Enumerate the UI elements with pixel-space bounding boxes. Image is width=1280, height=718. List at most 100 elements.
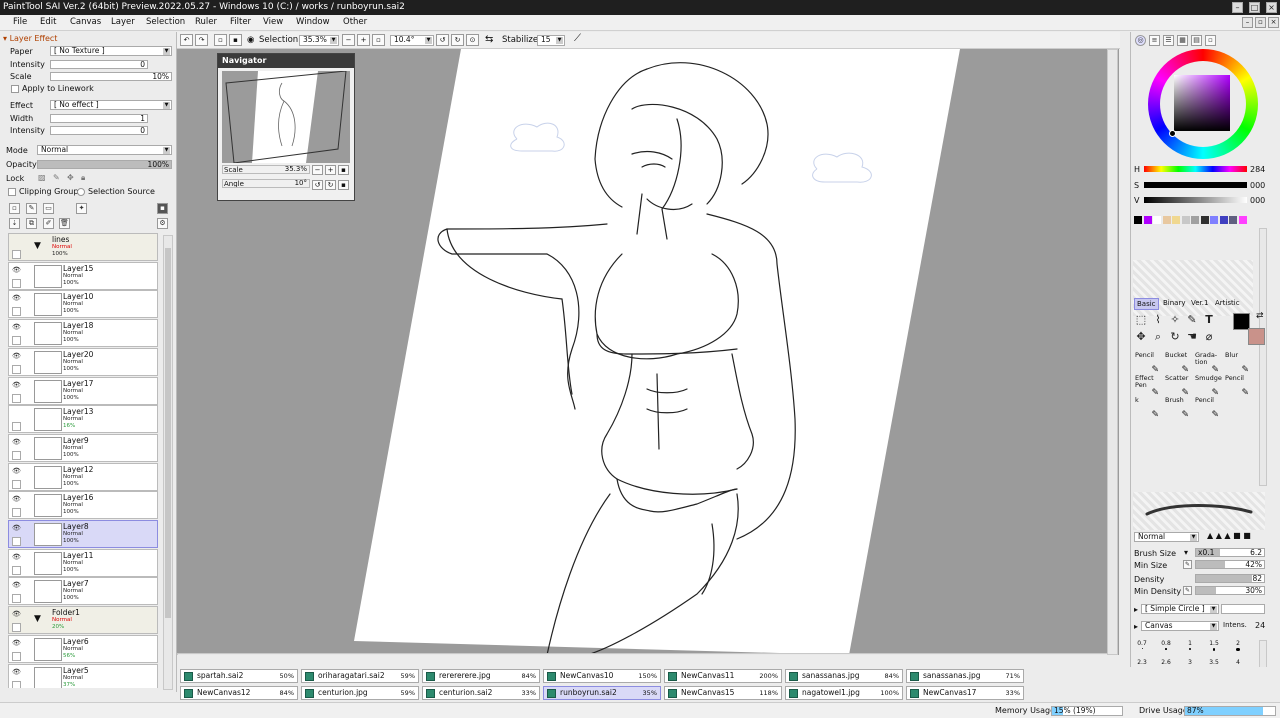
intensity-slider[interactable]: 0 — [50, 60, 148, 69]
layer-select-checkbox[interactable] — [12, 364, 21, 374]
canvas-hscrollbar[interactable] — [177, 653, 1108, 655]
document-tab[interactable]: rerererere.jpg 84% — [422, 669, 540, 683]
brush-slot[interactable]: Pencil ✎ — [1225, 374, 1251, 397]
flip-icon[interactable]: ⇆ — [485, 34, 493, 45]
dot-size-cell[interactable]: 0.8 — [1157, 640, 1175, 650]
expand-texture-icon[interactable]: ▸ — [1134, 622, 1138, 631]
brush-size-slider[interactable]: x0.1 6.2 — [1195, 548, 1265, 557]
hue-ring[interactable] — [1148, 49, 1258, 159]
zoom-icon[interactable]: ⌕ — [1151, 330, 1165, 344]
layer-scrollbar[interactable] — [163, 235, 173, 690]
blend-mode-select[interactable]: Normal ▼ — [37, 145, 172, 155]
layer-row[interactable]: 👁︎ Layer9 Normal 100% — [8, 433, 158, 462]
layer-scroll-thumb[interactable] — [165, 248, 171, 618]
tool-tab-basic[interactable]: Basic — [1134, 298, 1159, 310]
hue-slider[interactable] — [1144, 166, 1247, 172]
layer-select-checkbox[interactable] — [12, 537, 21, 546]
select-pen-icon[interactable]: ✎ — [1185, 313, 1199, 327]
nav-scale-slider[interactable]: 35.3% — [222, 165, 310, 174]
brush-slot[interactable]: Blur ✎ — [1225, 352, 1251, 375]
layer-select-checkbox[interactable] — [12, 250, 21, 259]
visibility-eye-icon[interactable]: 👁︎ — [12, 294, 22, 304]
document-tab[interactable]: nagatowel1.jpg 100% — [785, 686, 903, 700]
density-slider[interactable]: 82 — [1195, 574, 1265, 583]
visibility-eye-icon[interactable]: 👁︎ — [12, 668, 22, 678]
document-tab[interactable]: NewCanvas10 150% — [543, 669, 661, 683]
stabilizer-select[interactable]: 15 ▼ — [537, 35, 565, 46]
dot-size-cell[interactable]: 0.7 — [1133, 640, 1151, 649]
redo-icon[interactable]: ↷ — [195, 34, 208, 46]
menu-view[interactable]: View — [263, 17, 283, 27]
document-tab[interactable]: sanassanas.jpg 84% — [785, 669, 903, 683]
layer-row[interactable]: 👁︎ Layer8 Normal 100% — [8, 520, 158, 548]
lock-all-icon[interactable]: 🔒︎ — [81, 173, 85, 183]
visibility-eye-icon[interactable]: 👁︎ — [12, 495, 22, 505]
layer-row[interactable]: Layer13 Normal 16% — [8, 405, 158, 434]
apply-linework-checkbox[interactable] — [11, 85, 19, 93]
minimize-icon[interactable]: – — [1232, 2, 1243, 13]
lock-transparency-icon[interactable]: ▨ — [38, 173, 46, 182]
expand-shape-icon[interactable]: ▸ — [1134, 605, 1138, 614]
swap-colors-icon[interactable]: ⇄ — [1256, 311, 1264, 321]
layer-select-checkbox[interactable] — [12, 278, 21, 288]
layer-select-checkbox[interactable] — [12, 479, 21, 489]
effect-select[interactable]: [ No effect ] ▼ — [50, 100, 172, 110]
color-wheel-tab-icon[interactable]: ◎ — [1135, 35, 1146, 46]
mdi-restore-icon[interactable]: ▫ — [1255, 17, 1266, 28]
clear-layer-icon[interactable]: ✐ — [43, 218, 54, 229]
visibility-eye-icon[interactable]: 👁︎ — [12, 323, 22, 333]
color-swatch[interactable] — [1172, 216, 1180, 224]
swatches-tab-icon[interactable]: ▤ — [1191, 35, 1202, 46]
move-icon[interactable]: ✥ — [1134, 330, 1148, 344]
document-tab[interactable]: sanassanas.jpg 71% — [906, 669, 1024, 683]
undo-icon[interactable]: ↶ — [180, 34, 193, 46]
invert-selection-icon[interactable]: ▪ — [229, 34, 242, 46]
menu-filter[interactable]: Filter — [230, 17, 251, 27]
nav-angle-slider[interactable]: 10° — [222, 179, 310, 188]
layer-row[interactable]: 👁︎ Layer15 Normal 100% — [8, 261, 158, 290]
layer-effect-header[interactable]: ▾ Layer Effect — [3, 34, 57, 43]
tool-tab-artistic[interactable]: Artistic — [1213, 298, 1242, 308]
brush-slot[interactable]: Scatter ✎ — [1165, 374, 1191, 397]
layer-select-checkbox[interactable] — [12, 651, 21, 661]
deselect-icon[interactable]: ▫ — [214, 34, 227, 46]
hand-icon[interactable]: ☚ — [1185, 330, 1199, 344]
selection-eye-icon[interactable]: ◉ — [247, 35, 254, 45]
nav-rotate-cw-icon[interactable]: ↻ — [325, 180, 336, 190]
nav-rotate-reset-icon[interactable]: ▪ — [338, 180, 349, 190]
document-tab[interactable]: NewCanvas11 200% — [664, 669, 782, 683]
layer-folder-row[interactable]: 👁︎ ▼ Folder1 Normal 20% — [8, 606, 158, 635]
nav-zoom-out-icon[interactable]: − — [312, 165, 323, 175]
straight-line-icon[interactable]: ⟋ — [574, 33, 581, 44]
shape-strength-field[interactable] — [1221, 604, 1265, 614]
layer-row[interactable]: 👁︎ Layer20 Normal 100% — [8, 347, 158, 376]
tool-tab-binary[interactable]: Binary — [1161, 298, 1188, 308]
clipping-group-checkbox[interactable] — [8, 188, 16, 196]
angle-select[interactable]: 10.4° ▼ — [390, 35, 434, 46]
folder-collapse-icon[interactable]: ▼ — [34, 614, 41, 624]
copy-layer-icon[interactable]: ⧉ — [26, 218, 37, 229]
menu-layer[interactable]: Layer — [111, 17, 135, 27]
document-tab[interactable]: NewCanvas15 118% — [664, 686, 782, 700]
layer-select-checkbox[interactable] — [12, 623, 21, 633]
maximize-icon[interactable]: □ — [1249, 2, 1260, 13]
dot-size-cell[interactable]: 2 — [1229, 640, 1247, 652]
color-swatch[interactable] — [1229, 216, 1237, 224]
color-mixer-tab-icon[interactable]: ▦ — [1177, 35, 1188, 46]
layer-select-checkbox[interactable] — [12, 336, 21, 346]
layer-settings-icon[interactable]: ⚙ — [157, 218, 168, 229]
zoom-out-icon[interactable]: − — [342, 34, 355, 46]
nav-zoom-in-icon[interactable]: + — [325, 165, 336, 175]
visibility-eye-icon[interactable]: 👁︎ — [12, 381, 22, 391]
document-tab[interactable]: NewCanvas17 33% — [906, 686, 1024, 700]
zoom-in-icon[interactable]: + — [357, 34, 370, 46]
document-tab[interactable]: spartah.sai2 50% — [180, 669, 298, 683]
document-tab[interactable]: NewCanvas12 84% — [180, 686, 298, 700]
document-tab[interactable]: runboyrun.sai2 35% — [543, 686, 661, 700]
document-tab[interactable]: centurion.jpg 59% — [301, 686, 419, 700]
layer-row[interactable]: 👁︎ Layer18 Normal 100% — [8, 319, 158, 348]
visibility-eye-icon[interactable]: 👁︎ — [12, 553, 22, 563]
brush-slot[interactable]: Smudge ✎ — [1195, 374, 1222, 397]
intensity2-slider[interactable]: 0 — [50, 126, 148, 135]
opacity-slider[interactable]: 100% — [37, 160, 172, 169]
